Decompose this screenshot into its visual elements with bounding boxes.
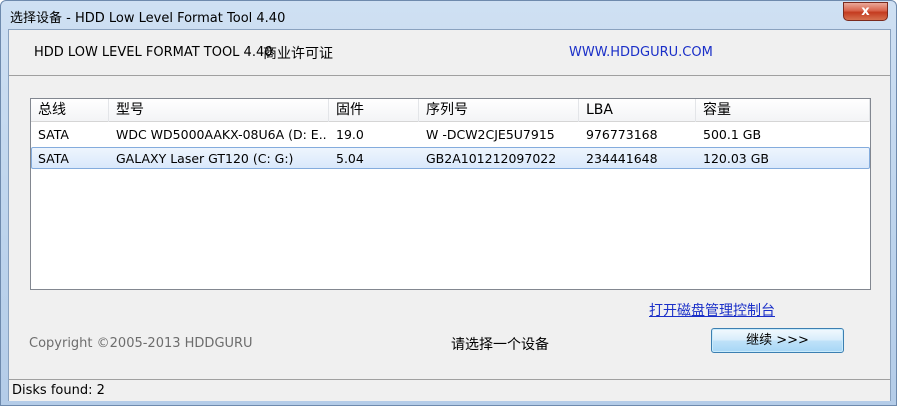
- device-list[interactable]: 总线 型号 固件 序列号 LBA 容量 SATA WDC WD5000AAKX-…: [30, 98, 871, 290]
- cell-lba: 976773168: [586, 127, 658, 142]
- device-row-selected[interactable]: SATA GALAXY Laser GT120 (C: G:) 5.04 GB2…: [31, 147, 870, 169]
- column-header-model[interactable]: 型号: [109, 99, 329, 122]
- license-label: 商业许可证: [263, 46, 333, 62]
- website-label: WWW.HDDGURU.COM: [569, 45, 713, 60]
- cell-serial: W -DCW2CJE5U7915: [426, 127, 555, 142]
- select-device-prompt: 请选择一个设备: [451, 337, 549, 353]
- title-bar[interactable]: 选择设备 - HDD Low Level Format Tool 4.40 x: [1, 1, 896, 29]
- cell-serial: GB2A101212097022: [426, 151, 557, 166]
- cell-bus: SATA: [38, 151, 69, 166]
- copyright-text: Copyright ©2005-2013 HDDGURU: [29, 336, 253, 351]
- disk-management-link[interactable]: 打开磁盘管理控制台: [649, 300, 775, 320]
- cell-model: GALAXY Laser GT120 (C: G:): [116, 151, 294, 166]
- device-list-header: 总线 型号 固件 序列号 LBA 容量: [31, 99, 870, 122]
- column-header-lba[interactable]: LBA: [579, 99, 696, 122]
- continue-button[interactable]: 继续 >>>: [711, 328, 844, 353]
- column-header-capacity[interactable]: 容量: [696, 99, 870, 122]
- cell-lba: 234441648: [586, 151, 658, 166]
- column-header-firmware[interactable]: 固件: [329, 99, 419, 122]
- app-window: 选择设备 - HDD Low Level Format Tool 4.40 x …: [0, 0, 897, 406]
- cell-capacity: 500.1 GB: [703, 127, 762, 142]
- column-header-serial[interactable]: 序列号: [419, 99, 579, 122]
- cell-firmware: 19.0: [336, 127, 364, 142]
- window-title: 选择设备 - HDD Low Level Format Tool 4.40: [10, 11, 286, 26]
- cell-bus: SATA: [38, 127, 69, 142]
- cell-capacity: 120.03 GB: [703, 151, 769, 166]
- disks-found-status: Disks found: 2: [12, 383, 105, 398]
- status-bar: Disks found: 2: [9, 379, 890, 401]
- cell-model: WDC WD5000AAKX-08U6A (D: E...: [116, 127, 327, 142]
- product-title: HDD LOW LEVEL FORMAT TOOL 4.40: [34, 45, 273, 60]
- device-row[interactable]: SATA WDC WD5000AAKX-08U6A (D: E... 19.0 …: [31, 124, 870, 146]
- header-panel: HDD LOW LEVEL FORMAT TOOL 4.40 商业许可证 WWW…: [9, 30, 890, 76]
- column-header-bus[interactable]: 总线: [31, 99, 109, 122]
- cell-firmware: 5.04: [336, 151, 364, 166]
- client-area: HDD LOW LEVEL FORMAT TOOL 4.40 商业许可证 WWW…: [8, 29, 891, 401]
- close-button[interactable]: x: [843, 2, 888, 21]
